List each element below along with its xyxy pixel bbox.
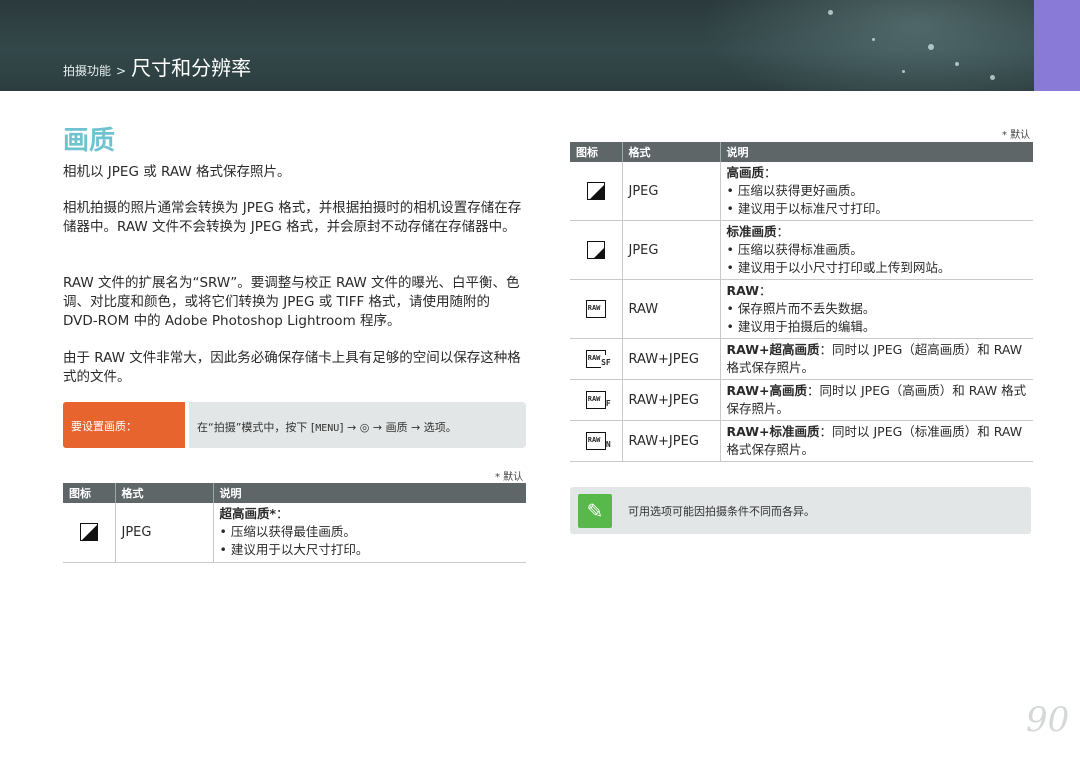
- icon-cell: RAW SF: [570, 338, 623, 380]
- quality-table-right: 图标 格式 说明 JPEG 高画质： 压缩以获得更好画质。 建议用于以标准尺寸打…: [570, 142, 1033, 462]
- description-heading: 超高画质*：: [219, 506, 289, 522]
- header-sparkle: [955, 62, 959, 66]
- description-cell: RAW+标准画质：同时以 JPEG（标准画质）和 RAW 格式保存照片。: [720, 420, 1033, 462]
- chapter-side-tab[interactable]: [1034, 0, 1080, 91]
- format-cell: JPEG: [115, 503, 214, 563]
- breadcrumb-separator: >: [116, 64, 127, 78]
- table-row: RAW F RAW+JPEG RAW+高画质：同时以 JPEG（高画质）和 RAW…: [570, 379, 1033, 421]
- section-title: 画质: [63, 126, 116, 156]
- paragraph-raw-extension: RAW 文件的扩展名为“SRW”。要调整与校正 RAW 文件的曝光、白平衡、色调…: [63, 275, 520, 329]
- table-row: RAW SF RAW+JPEG RAW+超高画质：同时以 JPEG（超高画质）和 …: [570, 338, 1033, 380]
- header-glow-decoration: [700, 0, 1060, 91]
- description-heading: 标准画质：: [726, 224, 790, 239]
- note-box: ✎ 可用选项可能因拍摄条件不同而各异。: [570, 487, 1031, 534]
- description-bullet: 压缩以获得更好画质。: [727, 182, 1028, 200]
- paragraph-intro: 相机以 JPEG 或 RAW 格式保存照片。: [63, 164, 291, 180]
- description-cell: RAW+超高画质：同时以 JPEG（超高画质）和 RAW 格式保存照片。: [720, 338, 1033, 380]
- column-header-description: 说明: [213, 483, 526, 503]
- quality-table-left: 图标 格式 说明 JPEG 超高画质*： 压缩以获得最佳画质。 建议用于以大尺寸…: [63, 483, 526, 563]
- description-bullet: 压缩以获得标准画质。: [727, 241, 1028, 259]
- description-cell: 标准画质： 压缩以获得标准画质。 建议用于以小尺寸打印或上传到网站。: [720, 220, 1033, 280]
- format-cell: RAW+JPEG: [622, 338, 721, 380]
- raw-icon: RAW: [585, 300, 606, 318]
- format-cell: RAW+JPEG: [622, 420, 721, 462]
- description-heading: RAW：: [726, 283, 772, 298]
- icon-cell: [570, 162, 623, 221]
- table-row: JPEG 高画质： 压缩以获得更好画质。 建议用于以标准尺寸打印。: [570, 162, 1033, 221]
- table-row: RAW RAW RAW： 保存照片而不丢失数据。 建议用于拍摄后的编辑。: [570, 279, 1033, 339]
- description-heading: RAW+标准画质：同时以 JPEG（标准画质）和 RAW 格式保存照片。: [726, 424, 1023, 457]
- header-sparkle: [928, 44, 934, 50]
- breadcrumb-parent[interactable]: 拍摄功能: [63, 62, 111, 79]
- how-to-set-box: 要设置画质： 在“拍摄”模式中，按下 [MENU] → ◎ → 画质 → 选项。: [63, 402, 526, 448]
- how-to-set-instructions: 在“拍摄”模式中，按下 [MENU] → ◎ → 画质 → 选项。: [189, 402, 526, 448]
- instruction-suffix: ] → ◎ → 画质 → 选项。: [339, 421, 457, 434]
- breadcrumb: 拍摄功能 > 尺寸和分辨率: [63, 52, 251, 81]
- note-text: 可用选项可能因拍摄条件不同而各异。: [628, 504, 815, 518]
- description-heading: RAW+超高画质：同时以 JPEG（超高画质）和 RAW 格式保存照片。: [726, 342, 1023, 375]
- breadcrumb-current: 尺寸和分辨率: [131, 56, 252, 80]
- column-header-icon: 图标: [570, 142, 623, 162]
- icon-cell: RAW F: [570, 379, 623, 421]
- default-marker-note: * 默认: [1002, 130, 1031, 141]
- table-row: JPEG 超高画质*： 压缩以获得最佳画质。 建议用于以大尺寸打印。: [63, 503, 526, 563]
- column-header-icon: 图标: [63, 483, 116, 503]
- superfine-quality-icon: [79, 523, 98, 542]
- format-cell: JPEG: [622, 162, 721, 221]
- column-header-format: 格式: [622, 142, 721, 162]
- description-cell: 超高画质*： 压缩以获得最佳画质。 建议用于以大尺寸打印。: [213, 503, 526, 563]
- how-to-set-label: 要设置画质：: [63, 402, 185, 448]
- normal-quality-icon: [586, 241, 605, 259]
- description-bullet: 建议用于以小尺寸打印或上传到网站。: [727, 259, 1028, 277]
- format-cell: RAW+JPEG: [622, 379, 721, 421]
- table-row: RAW N RAW+JPEG RAW+标准画质：同时以 JPEG（标准画质）和 R…: [570, 420, 1033, 462]
- page-header: 拍摄功能 > 尺寸和分辨率: [0, 0, 1080, 91]
- icon-cell: RAW N: [570, 420, 623, 462]
- icon-cell: [570, 220, 623, 280]
- icon-cell: [63, 503, 116, 563]
- instruction-prefix: 在“拍摄”模式中，按下 [: [197, 421, 316, 434]
- description-cell: RAW+高画质：同时以 JPEG（高画质）和 RAW 格式保存照片。: [720, 379, 1033, 421]
- header-sparkle: [828, 10, 833, 15]
- page-number: 90: [1026, 700, 1070, 740]
- description-cell: RAW： 保存照片而不丢失数据。 建议用于拍摄后的编辑。: [720, 279, 1033, 339]
- description-cell: 高画质： 压缩以获得更好画质。 建议用于以标准尺寸打印。: [720, 162, 1033, 221]
- icon-cell: RAW: [570, 279, 623, 339]
- description-bullet: 保存照片而不丢失数据。: [727, 300, 1028, 318]
- pencil-note-icon: ✎: [578, 493, 612, 528]
- description-bullet: 建议用于以标准尺寸打印。: [727, 200, 1028, 218]
- paragraph-raw-size: 由于 RAW 文件非常大，因此务必确保存储卡上具有足够的空间以保存这种格式的文件…: [63, 350, 521, 385]
- header-sparkle: [990, 75, 995, 80]
- format-cell: JPEG: [622, 220, 721, 280]
- header-sparkle: [872, 38, 875, 41]
- menu-key: MENU: [315, 423, 340, 434]
- description-bullet: 压缩以获得最佳画质。: [220, 523, 521, 541]
- column-header-description: 说明: [720, 142, 1033, 162]
- description-heading: RAW+高画质：同时以 JPEG（高画质）和 RAW 格式保存照片。: [726, 383, 1027, 416]
- raw-fine-icon: RAW F: [585, 391, 611, 411]
- description-bullet: 建议用于以大尺寸打印。: [220, 541, 521, 559]
- raw-superfine-icon: RAW SF: [585, 350, 611, 370]
- format-cell: RAW: [622, 279, 721, 339]
- default-marker-note: * 默认: [495, 472, 524, 483]
- paragraph-conversion: 相机拍摄的照片通常会转换为 JPEG 格式，并根据拍摄时的相机设置存储在存储器中…: [63, 200, 522, 235]
- description-heading: 高画质：: [726, 165, 777, 180]
- description-bullet: 建议用于拍摄后的编辑。: [727, 318, 1028, 336]
- raw-normal-icon: RAW N: [585, 432, 611, 452]
- column-header-format: 格式: [115, 483, 214, 503]
- header-sparkle: [902, 70, 905, 73]
- fine-quality-icon: [586, 182, 605, 200]
- table-row: JPEG 标准画质： 压缩以获得标准画质。 建议用于以小尺寸打印或上传到网站。: [570, 220, 1033, 280]
